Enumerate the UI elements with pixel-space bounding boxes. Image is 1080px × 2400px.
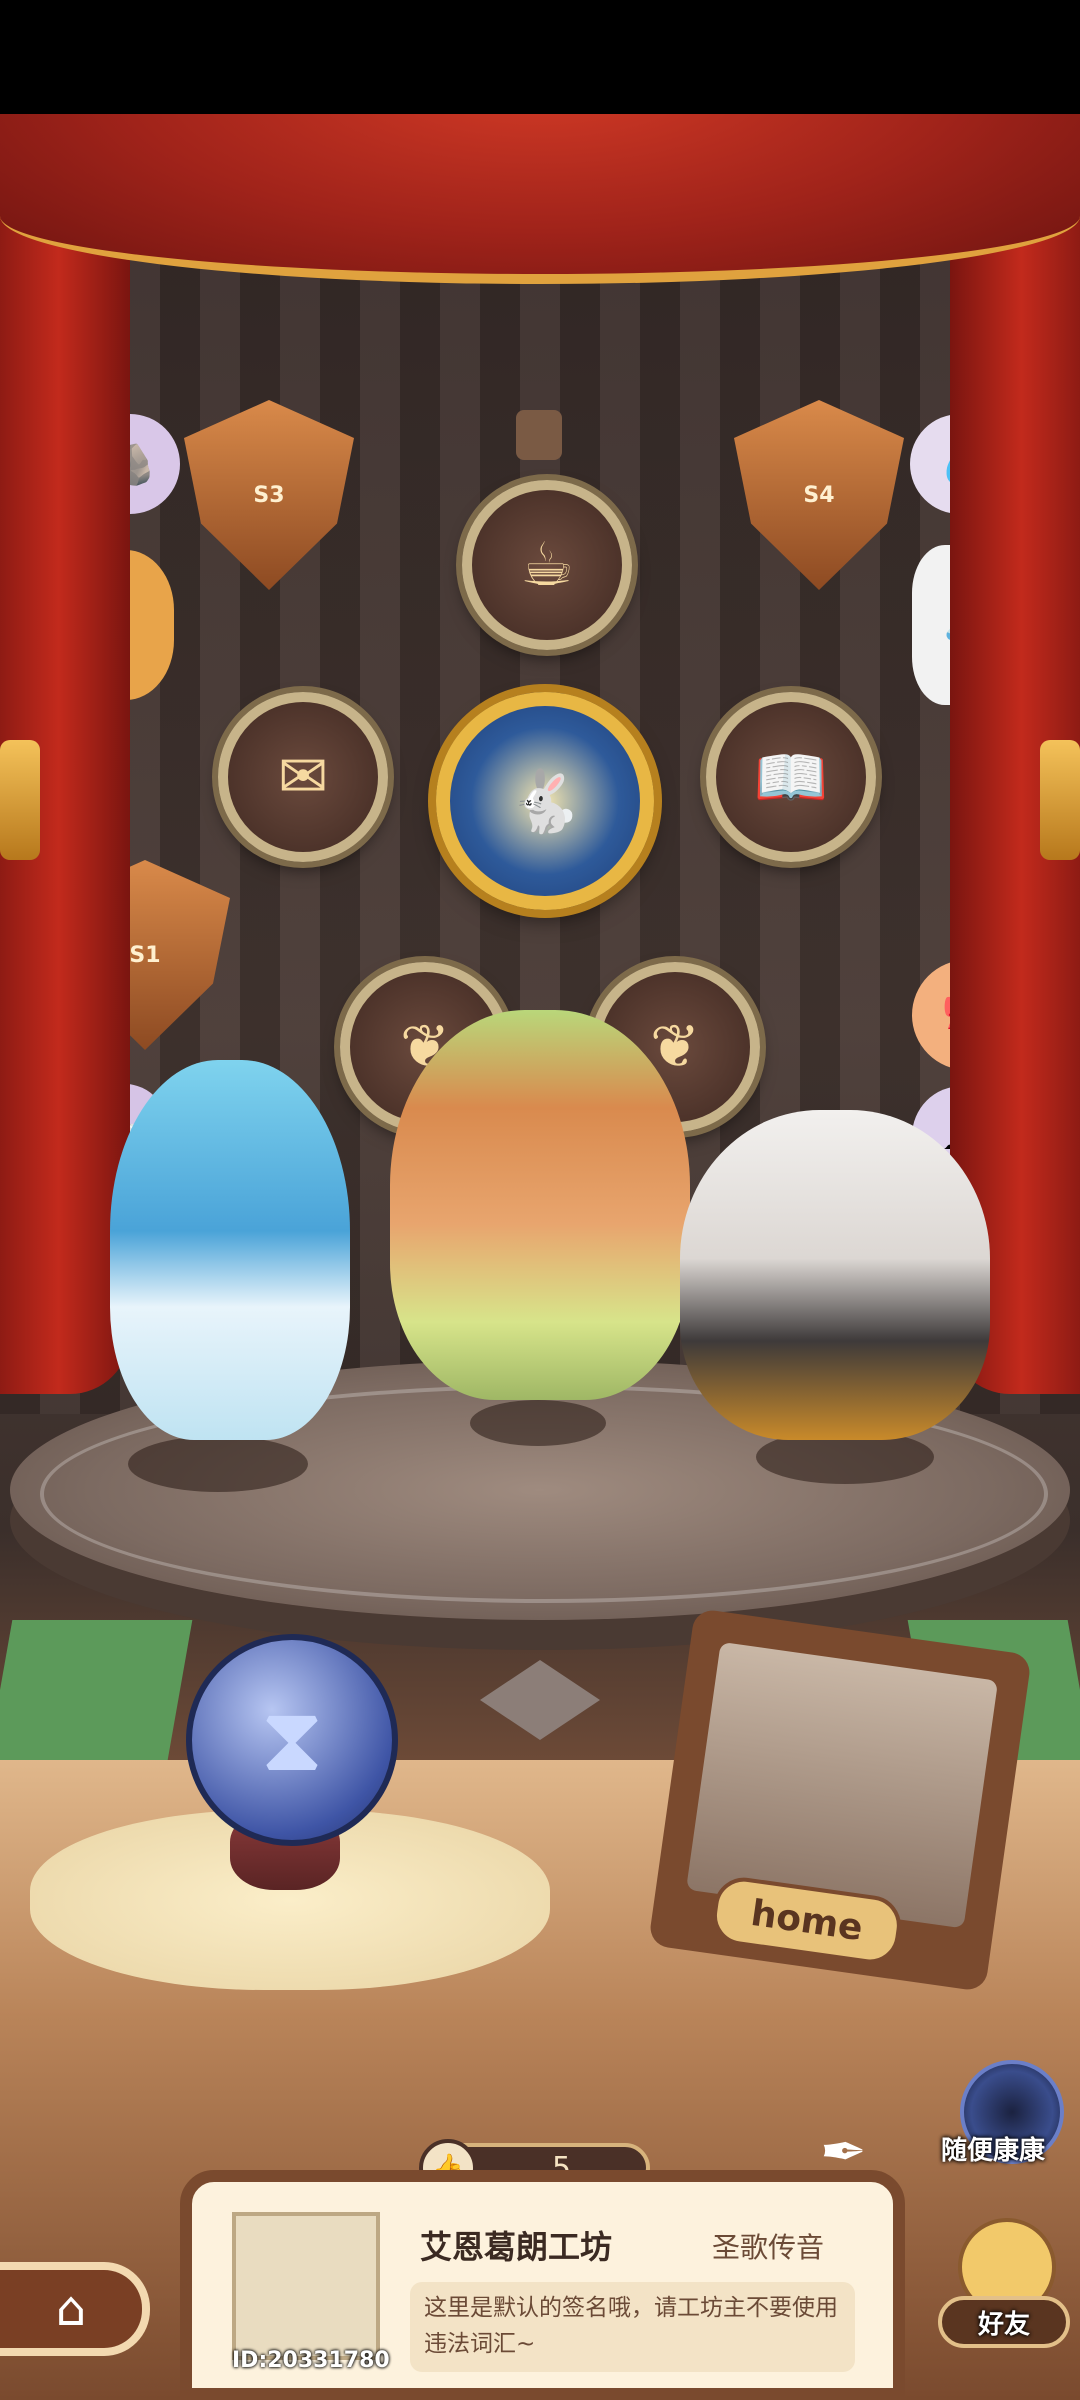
- stairs-left: [0, 1620, 193, 1760]
- badge-book-icon[interactable]: 📖: [706, 692, 876, 862]
- badge-pot-icon[interactable]: ☕: [462, 480, 632, 650]
- character-shadow: [470, 1400, 606, 1446]
- character-shadow: [128, 1436, 308, 1492]
- character-ice-fox-girl[interactable]: [110, 1060, 350, 1440]
- tassel-left: [0, 740, 40, 860]
- crystal-ball-hourglass-icon[interactable]: ⧗: [186, 1634, 398, 1846]
- workshop-id: ID:20331780: [232, 2348, 390, 2373]
- random-visit-label: 随便康康: [941, 2136, 1046, 2166]
- character-pinwheel-girl[interactable]: [390, 1010, 690, 1400]
- workshop-profile-card: ID:20331780 艾恩葛朗工坊 圣歌传音 这里是默认的签名哦，请工坊主不要…: [180, 2170, 905, 2400]
- player-title: 圣歌传音: [712, 2231, 825, 2264]
- shield-label: S4: [803, 482, 835, 508]
- signature-text[interactable]: 这里是默认的签名哦，请工坊主不要使用违法词汇~: [410, 2282, 855, 2372]
- workshop-name: 艾恩葛朗工坊: [420, 2228, 613, 2266]
- shield-label: S1: [129, 942, 161, 968]
- tassel-right: [1040, 740, 1080, 860]
- shield-label: S3: [253, 482, 285, 508]
- random-visit-button[interactable]: 随便康康: [941, 2060, 1080, 2170]
- home-picture-frame[interactable]: home: [647, 1607, 1033, 1993]
- avatar[interactable]: [232, 2212, 380, 2360]
- home-button[interactable]: ⌂: [0, 2262, 150, 2356]
- curtain-valance: [0, 114, 1080, 284]
- badge-rabbit-icon[interactable]: 🐇: [436, 692, 654, 910]
- friends-button[interactable]: 好友: [928, 2218, 1080, 2352]
- quill-icon[interactable]: ✒: [820, 2120, 900, 2190]
- character-white-hair-girl[interactable]: [680, 1110, 990, 1440]
- badge-hanger: [516, 410, 562, 460]
- friends-label: 好友: [977, 2309, 1030, 2340]
- badge-letter-icon[interactable]: ✉: [218, 692, 388, 862]
- friends-label-plate: 好友: [938, 2296, 1070, 2348]
- home-icon: ⌂: [55, 2281, 87, 2337]
